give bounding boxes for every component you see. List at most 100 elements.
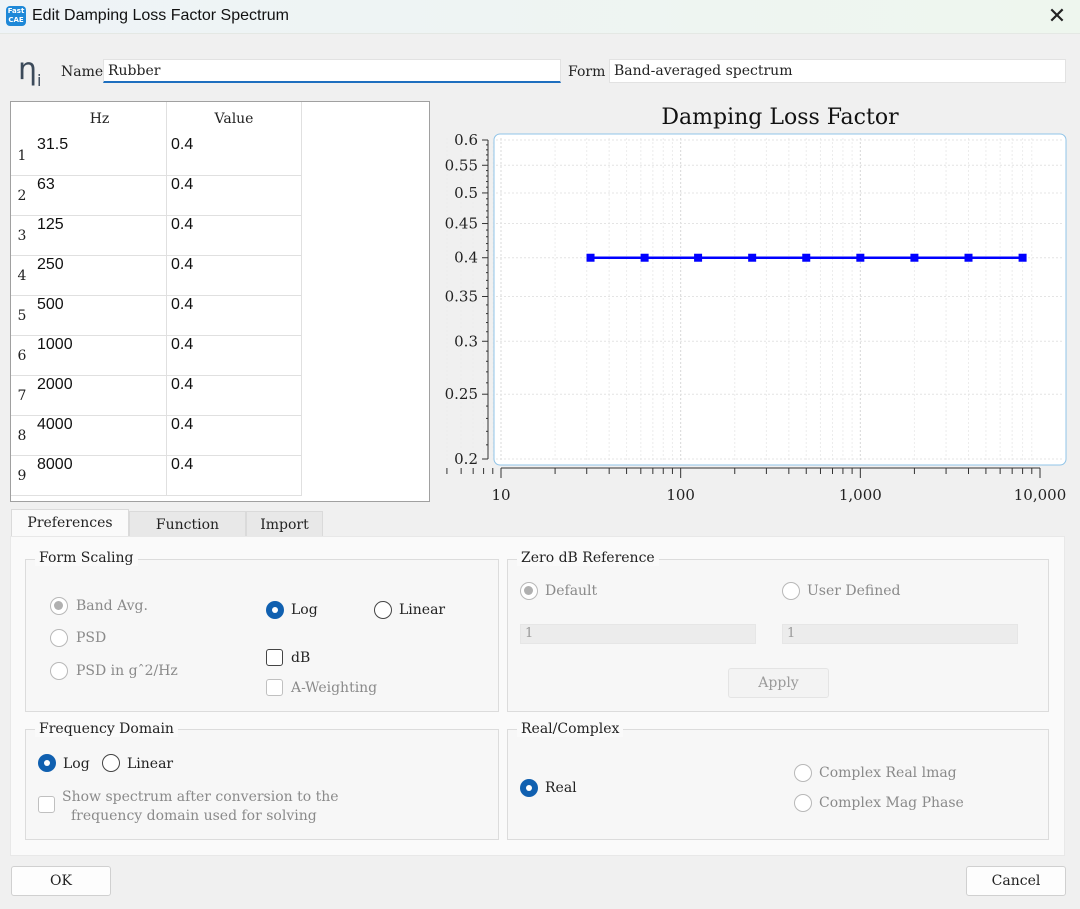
close-button[interactable]: ✕ [1034, 0, 1080, 34]
table-row[interactable]: 5 500 0.4 [11, 296, 302, 336]
freq-linear-label: Linear [127, 756, 174, 772]
row-number: 1 [17, 148, 27, 164]
reference-input-2[interactable]: 1 [782, 624, 1018, 644]
y-tick-label: 0.2 [454, 450, 478, 468]
form-field[interactable]: Band-averaged spectrum [609, 59, 1066, 83]
data-point [694, 253, 703, 262]
a-weighting-checkbox[interactable] [266, 679, 283, 696]
complex-real-imag-label: Complex Real lmag [819, 765, 957, 781]
table-row[interactable]: 7 2000 0.4 [11, 376, 302, 416]
psd-g2hz-radio[interactable] [50, 662, 68, 680]
scaling-log-radio[interactable] [266, 601, 284, 619]
psd-radio[interactable] [50, 629, 68, 647]
db-checkbox[interactable] [266, 649, 283, 666]
complex-real-imag-radio[interactable] [794, 764, 812, 782]
table-row[interactable]: 9 8000 0.4 [11, 456, 302, 496]
table-row[interactable]: 4 250 0.4 [11, 256, 302, 296]
value-cell[interactable]: 0.4 [167, 216, 302, 256]
show-spectrum-checkbox[interactable] [38, 796, 55, 813]
data-point [748, 253, 757, 262]
value-cell[interactable]: 0.4 [167, 456, 302, 496]
show-spectrum-label-line2: frequency domain used for solving [71, 808, 317, 824]
chart-title: Damping Loss Factor [661, 105, 899, 130]
hz-cell[interactable]: 63 [33, 176, 167, 216]
damping-chart[interactable]: Damping Loss Factor 10 100 1,000 10,000 0.6 0… [432, 98, 1072, 510]
default-radio[interactable] [520, 582, 538, 600]
hz-cell[interactable]: 31.5 [33, 136, 167, 176]
table-row[interactable]: 3 125 0.4 [11, 216, 302, 256]
complex-mag-phase-label: Complex Mag Phase [819, 795, 964, 811]
value-cell[interactable]: 0.4 [167, 136, 302, 176]
table-row[interactable]: 8 4000 0.4 [11, 416, 302, 456]
window-title: Edit Damping Loss Factor Spectrum [32, 7, 289, 24]
user-defined-label: User Defined [807, 583, 901, 599]
hz-cell[interactable]: 8000 [33, 456, 167, 496]
scaling-log-label: Log [291, 602, 318, 618]
column-header-hz[interactable]: Hz [33, 102, 167, 136]
name-label: Name [61, 64, 104, 80]
hz-cell[interactable]: 1000 [33, 336, 167, 376]
damping-symbol-icon: ηi [18, 52, 42, 90]
data-point [586, 253, 595, 262]
y-tick-label: 0.4 [454, 249, 478, 267]
tab-import[interactable]: Import [246, 511, 323, 537]
name-field[interactable]: Rubber [103, 59, 561, 83]
x-tick-label: 10 [491, 486, 510, 504]
frequency-domain-title: Frequency Domain [35, 721, 178, 737]
value-cell[interactable]: 0.4 [167, 416, 302, 456]
data-point [1018, 253, 1027, 262]
hz-cell[interactable]: 2000 [33, 376, 167, 416]
real-radio[interactable] [520, 779, 538, 797]
hz-cell[interactable]: 250 [33, 256, 167, 296]
row-number: 6 [17, 348, 27, 364]
data-point [856, 253, 865, 262]
data-point [964, 253, 973, 262]
tab-preferences[interactable]: Preferences [11, 509, 129, 537]
band-avg-radio[interactable] [50, 597, 68, 615]
db-label: dB [291, 650, 311, 666]
value-cell[interactable]: 0.4 [167, 336, 302, 376]
hz-cell[interactable]: 125 [33, 216, 167, 256]
value-cell[interactable]: 0.4 [167, 176, 302, 216]
value-cell[interactable]: 0.4 [167, 256, 302, 296]
freq-linear-radio[interactable] [102, 754, 120, 772]
cancel-button[interactable]: Cancel [966, 866, 1066, 896]
real-complex-title: Real/Complex [517, 721, 624, 737]
apply-button[interactable]: Apply [728, 668, 829, 698]
zero-db-title: Zero dB Reference [517, 550, 659, 566]
hz-cell[interactable]: 4000 [33, 416, 167, 456]
table-row[interactable]: 6 1000 0.4 [11, 336, 302, 376]
real-complex-group [507, 729, 1049, 840]
row-number: 8 [17, 428, 27, 444]
spectrum-table[interactable]: Hz Value 1 31.5 0.4 2 63 0.4 3 125 0.4 4… [10, 101, 430, 502]
complex-mag-phase-radio[interactable] [794, 794, 812, 812]
psd-label: PSD [76, 630, 107, 646]
value-cell[interactable]: 0.4 [167, 296, 302, 336]
y-tick-label: 0.6 [454, 131, 478, 149]
data-point [802, 253, 811, 262]
table-row[interactable]: 2 63 0.4 [11, 176, 302, 216]
freq-log-label: Log [63, 756, 90, 772]
x-tick-label: 10,000 [1014, 486, 1067, 504]
hz-cell[interactable]: 500 [33, 296, 167, 336]
a-weighting-label: A-Weighting [291, 680, 378, 696]
y-tick-label: 0.25 [445, 385, 478, 403]
user-defined-radio[interactable] [782, 582, 800, 600]
show-spectrum-label-line1: Show spectrum after conversion to the [62, 789, 339, 805]
table-row[interactable]: 1 31.5 0.4 [11, 136, 302, 176]
y-tick-label: 0.45 [445, 215, 478, 233]
scaling-linear-label: Linear [399, 602, 446, 618]
default-label: Default [545, 583, 598, 599]
y-tick-label: 0.35 [445, 288, 478, 306]
form-scaling-title: Form Scaling [35, 550, 138, 566]
value-cell[interactable]: 0.4 [167, 376, 302, 416]
tab-function[interactable]: Function [129, 511, 246, 537]
scaling-linear-radio[interactable] [374, 601, 392, 619]
reference-input-1[interactable]: 1 [520, 624, 756, 644]
y-tick-label: 0.5 [454, 184, 478, 202]
row-number: 2 [17, 188, 27, 204]
psd-g2hz-label: PSD in gˆ2/Hz [76, 663, 178, 679]
ok-button[interactable]: OK [11, 866, 111, 896]
column-header-value[interactable]: Value [167, 102, 302, 136]
freq-log-radio[interactable] [38, 754, 56, 772]
